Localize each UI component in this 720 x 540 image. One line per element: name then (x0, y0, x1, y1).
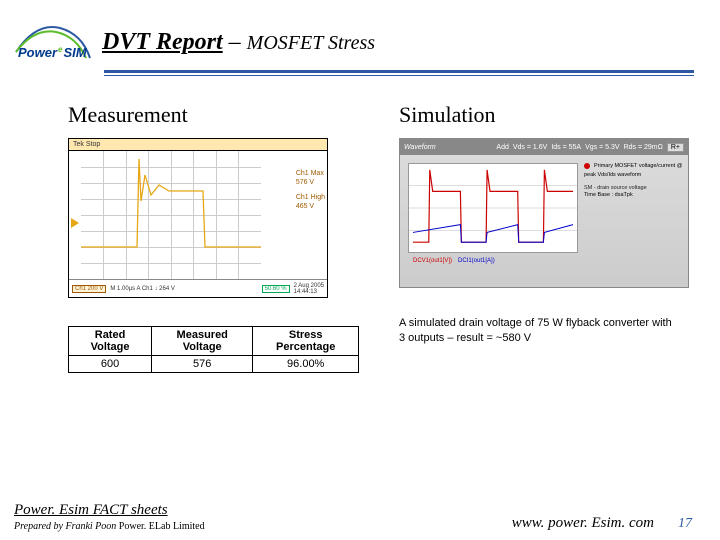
sim-vds: Vds = 1.6V (513, 144, 547, 151)
prepared-author: Prepared by Franki Poon (14, 521, 116, 532)
simulation-screenshot: Waveform Add Vds = 1.6V Ids = 55A Vgs = … (399, 138, 689, 288)
osc-ch1-high-value: 465 V (296, 202, 325, 211)
cell-rated: 600 (69, 356, 152, 373)
sim-note1: Primary MOSFET voltage/current @ (594, 163, 682, 170)
col-measured: Measured Voltage (152, 327, 253, 356)
page-number: 17 (678, 516, 692, 532)
sim-waveform-panel: DCV1(out1[V]) DCI1(out1[A]) (408, 163, 578, 253)
sim-recalc-button[interactable]: R+ (667, 143, 684, 152)
osc-timebase: M 1.00µs A Ch1 ↓ 264 V (110, 286, 175, 292)
poweresim-logo: Power e SIM (10, 18, 96, 66)
ch1-marker-icon (71, 215, 81, 225)
osc-side-readout: Ch1 Max 576 V Ch1 High 465 V (296, 169, 325, 211)
content-columns: Measurement Tek Stop Ch1 Max (0, 76, 720, 373)
footer-left: Power. Esim FACT sheets Prepared by Fran… (14, 502, 205, 532)
sim-titlebar: Waveform Add Vds = 1.6V Ids = 55A Vgs = … (400, 139, 688, 155)
cell-measured: 576 (152, 356, 253, 373)
osc-time: 14:44:13 (294, 289, 324, 295)
sim-rds: Rds = 29mΩ (624, 144, 663, 151)
col-rated: Rated Voltage (69, 327, 152, 356)
stress-table: Rated Voltage Measured Voltage Stress Pe… (68, 326, 359, 373)
sim-note4: Time Base : dsaTpk (584, 192, 684, 199)
osc-ch1-max-value: 576 V (296, 178, 325, 187)
slide-title: DVT Report – MOSFET Stress (102, 29, 375, 56)
simulation-caption: A simulated drain voltage of 75 W flybac… (399, 316, 679, 346)
title-separator: – (223, 29, 247, 55)
col-stress: Stress Percentage (253, 327, 359, 356)
sim-vgs: Vgs = 5.3V (585, 144, 619, 151)
fact-sheets-label: Power. Esim FACT sheets (14, 502, 205, 519)
measurement-column: Measurement Tek Stop Ch1 Max (68, 102, 359, 373)
osc-grid (81, 151, 261, 279)
logo-text-power: Power (18, 45, 57, 60)
sim-side-meta: Primary MOSFET voltage/current @ peak Vd… (584, 163, 684, 200)
logo-text-e: e (58, 45, 62, 54)
cell-stress: 96.00% (253, 356, 359, 373)
slide-footer: Power. Esim FACT sheets Prepared by Fran… (0, 502, 720, 540)
simulation-column: Simulation Waveform Add Vds = 1.6V Ids =… (399, 102, 690, 373)
osc-ch1-scale: Ch1 200 V (72, 285, 106, 293)
sim-legend-blue: DCI1(out1[A]) (458, 258, 495, 264)
prepared-company: Power. ELab Limited (116, 521, 204, 532)
red-dot-icon (584, 163, 590, 169)
sim-note2: peak Vds/Ids waveform (584, 172, 684, 179)
prepared-by: Prepared by Franki Poon Power. ELab Limi… (14, 521, 205, 532)
osc-ch1-max-label: Ch1 Max (296, 169, 325, 178)
logo-text-sim: SIM (63, 45, 86, 60)
measurement-heading: Measurement (68, 102, 359, 128)
osc-bottom-bar: Ch1 200 V M 1.00µs A Ch1 ↓ 264 V 50.60 %… (69, 279, 327, 297)
sim-window-title: Waveform (404, 144, 436, 151)
osc-ch1-high-label: Ch1 High (296, 193, 325, 202)
osc-cursor-pct: 50.60 % (262, 285, 290, 293)
sim-add-label: Add (496, 144, 508, 151)
title-subtitle: MOSFET Stress (247, 32, 375, 54)
table-header-row: Rated Voltage Measured Voltage Stress Pe… (69, 327, 359, 356)
sim-note3: SM - drain source voltage (584, 185, 684, 192)
footer-right: www. power. Esim. com 17 (512, 515, 692, 532)
slide-header: Power e SIM DVT Report – MOSFET Stress (0, 0, 720, 66)
table-row: 600 576 96.00% (69, 356, 359, 373)
sim-legend-red: DCV1(out1[V]) (413, 258, 452, 264)
sim-legend: DCV1(out1[V]) DCI1(out1[A]) (413, 258, 495, 264)
sim-ids: Ids = 55A (551, 144, 581, 151)
oscilloscope-screenshot: Tek Stop Ch1 Max 576 V (68, 138, 328, 298)
footer-url: www. power. Esim. com (512, 515, 654, 532)
title-main: DVT Report (102, 29, 223, 55)
osc-top-bar: Tek Stop (69, 139, 327, 151)
simulation-heading: Simulation (399, 102, 690, 128)
